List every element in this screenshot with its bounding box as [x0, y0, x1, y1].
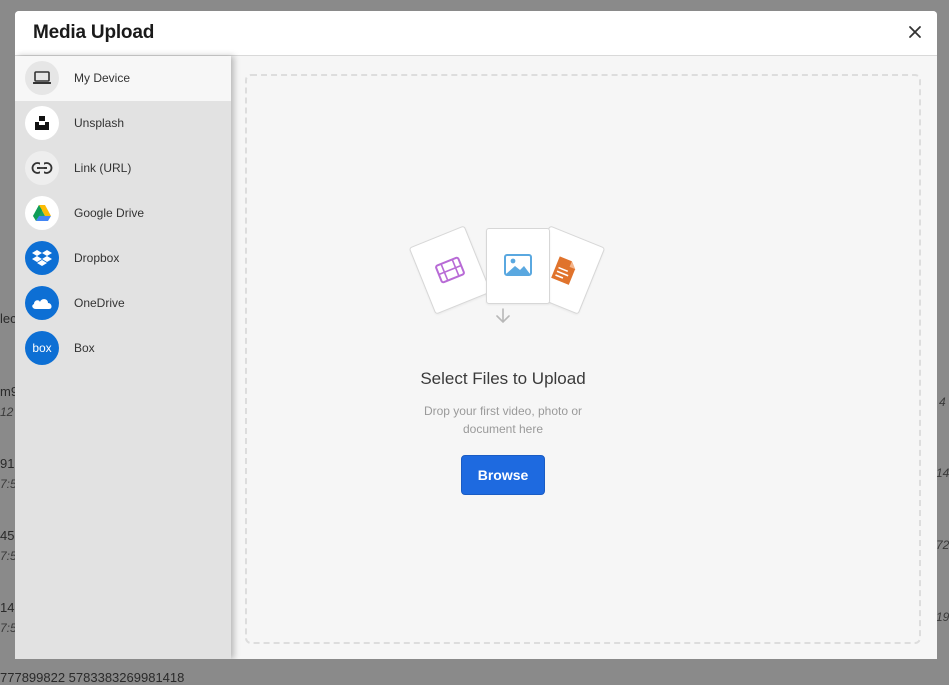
- sidebar-item-dropbox[interactable]: Dropbox: [15, 236, 231, 281]
- svg-text:box: box: [32, 341, 51, 355]
- sidebar-item-label: Box: [74, 341, 95, 355]
- google-drive-icon: [25, 196, 59, 230]
- sidebar-item-box[interactable]: box Box: [15, 326, 231, 371]
- modal-header: Media Upload: [15, 11, 937, 56]
- upload-subtitle-line: Drop your first video, photo or: [423, 404, 583, 418]
- media-upload-modal: Media Upload My Device Unsplash Link (UR…: [15, 11, 937, 659]
- sidebar-item-label: Link (URL): [74, 161, 132, 175]
- sidebar-item-google-drive[interactable]: Google Drive: [15, 191, 231, 236]
- upload-subtitle: Drop your first video, photo or document…: [403, 402, 603, 438]
- close-button[interactable]: [906, 23, 924, 41]
- link-icon: [25, 151, 59, 185]
- sidebar-item-label: My Device: [74, 71, 131, 85]
- bg-text: 14: [936, 466, 949, 480]
- close-icon: [909, 26, 921, 38]
- modal-title: Media Upload: [33, 22, 155, 43]
- bg-text: 4: [939, 395, 946, 409]
- browse-button[interactable]: Browse: [461, 455, 545, 495]
- laptop-icon: [25, 61, 59, 95]
- sidebar-item-label: Google Drive: [74, 206, 145, 220]
- sidebar-item-link-url[interactable]: Link (URL): [15, 146, 231, 191]
- sidebar-item-label: OneDrive: [74, 296, 125, 310]
- sidebar-item-my-device[interactable]: My Device: [15, 56, 231, 101]
- upload-title: Select Files to Upload: [420, 369, 586, 388]
- bg-text: 14: [0, 600, 15, 615]
- image-file-card: [486, 228, 550, 304]
- image-icon: [504, 254, 532, 276]
- video-file-card: [408, 225, 492, 315]
- box-icon: box: [25, 331, 59, 365]
- bg-text: 19: [936, 610, 949, 624]
- upload-subtitle-line: document here: [462, 422, 544, 436]
- bg-text: 777899822 5783383269981418: [0, 670, 185, 685]
- bg-text: 91: [0, 456, 15, 471]
- source-sidebar: My Device Unsplash Link (URL) Google Dri…: [15, 56, 231, 659]
- dropbox-icon: [25, 241, 59, 275]
- drop-zone[interactable]: [245, 74, 921, 644]
- bg-text: 72: [936, 538, 949, 552]
- sidebar-item-label: Unsplash: [74, 116, 125, 130]
- onedrive-icon: [25, 286, 59, 320]
- sidebar-item-unsplash[interactable]: Unsplash: [15, 101, 231, 146]
- bg-text: 12: [0, 405, 14, 419]
- sidebar-item-label: Dropbox: [74, 251, 120, 265]
- video-icon: [435, 256, 465, 284]
- unsplash-icon: [25, 106, 59, 140]
- arrow-down-icon: [496, 308, 510, 324]
- bg-text: 45: [0, 528, 15, 543]
- sidebar-item-onedrive[interactable]: OneDrive: [15, 281, 231, 326]
